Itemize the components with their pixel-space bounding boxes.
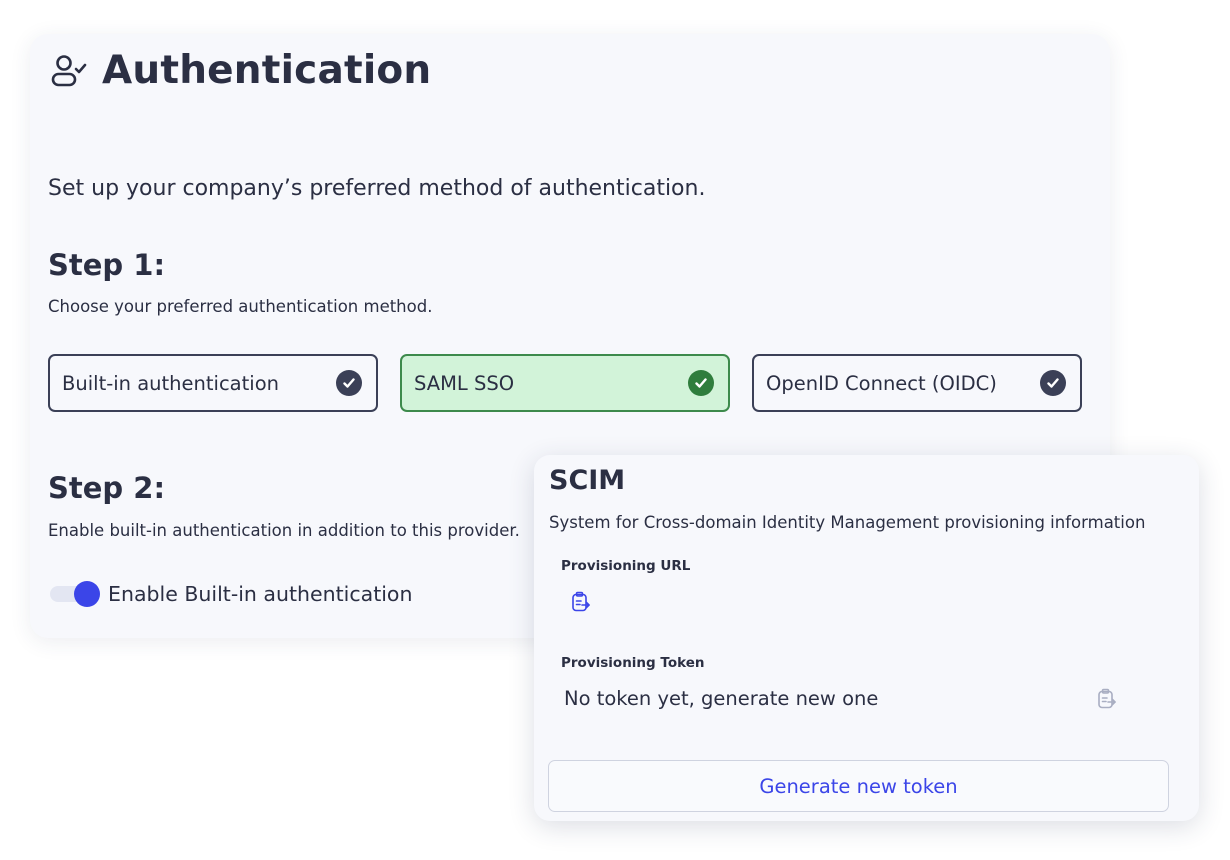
toggle-label: Enable Built-in authentication	[108, 582, 413, 606]
page-subtitle: Set up your company’s preferred method o…	[48, 176, 706, 201]
method-builtin-auth[interactable]: Built-in authentication	[48, 354, 378, 412]
toggle-knob	[74, 581, 100, 607]
user-check-icon	[51, 54, 87, 86]
provisioning-token-value: No token yet, generate new one	[564, 687, 879, 710]
method-label: SAML SSO	[414, 371, 515, 395]
page-title: Authentication	[102, 48, 432, 93]
step2-heading: Step 2:	[48, 471, 166, 505]
builtin-auth-toggle-row: Enable Built-in authentication	[50, 579, 412, 609]
method-label: Built-in authentication	[62, 371, 279, 395]
provisioning-token-label: Provisioning Token	[561, 655, 705, 671]
check-circle-icon	[336, 370, 362, 396]
builtin-auth-toggle[interactable]	[50, 579, 104, 609]
provisioning-url-label: Provisioning URL	[561, 558, 691, 574]
method-label: OpenID Connect (OIDC)	[766, 371, 997, 395]
scim-card: SCIM System for Cross-domain Identity Ma…	[534, 455, 1199, 821]
step1-heading: Step 1:	[48, 248, 166, 282]
clipboard-copy-icon[interactable]	[571, 591, 591, 613]
step2-description: Enable built-in authentication in additi…	[48, 521, 520, 540]
check-circle-icon	[688, 370, 714, 396]
check-circle-icon	[1040, 370, 1066, 396]
scim-description: System for Cross-domain Identity Managem…	[549, 513, 1146, 532]
clipboard-copy-icon[interactable]	[1097, 688, 1117, 710]
method-saml-sso[interactable]: SAML SSO	[400, 354, 730, 412]
generate-token-button[interactable]: Generate new token	[548, 760, 1169, 812]
scim-title: SCIM	[549, 465, 626, 496]
method-oidc[interactable]: OpenID Connect (OIDC)	[752, 354, 1082, 412]
step1-description: Choose your preferred authentication met…	[48, 297, 433, 316]
title-row: Authentication	[50, 48, 431, 93]
